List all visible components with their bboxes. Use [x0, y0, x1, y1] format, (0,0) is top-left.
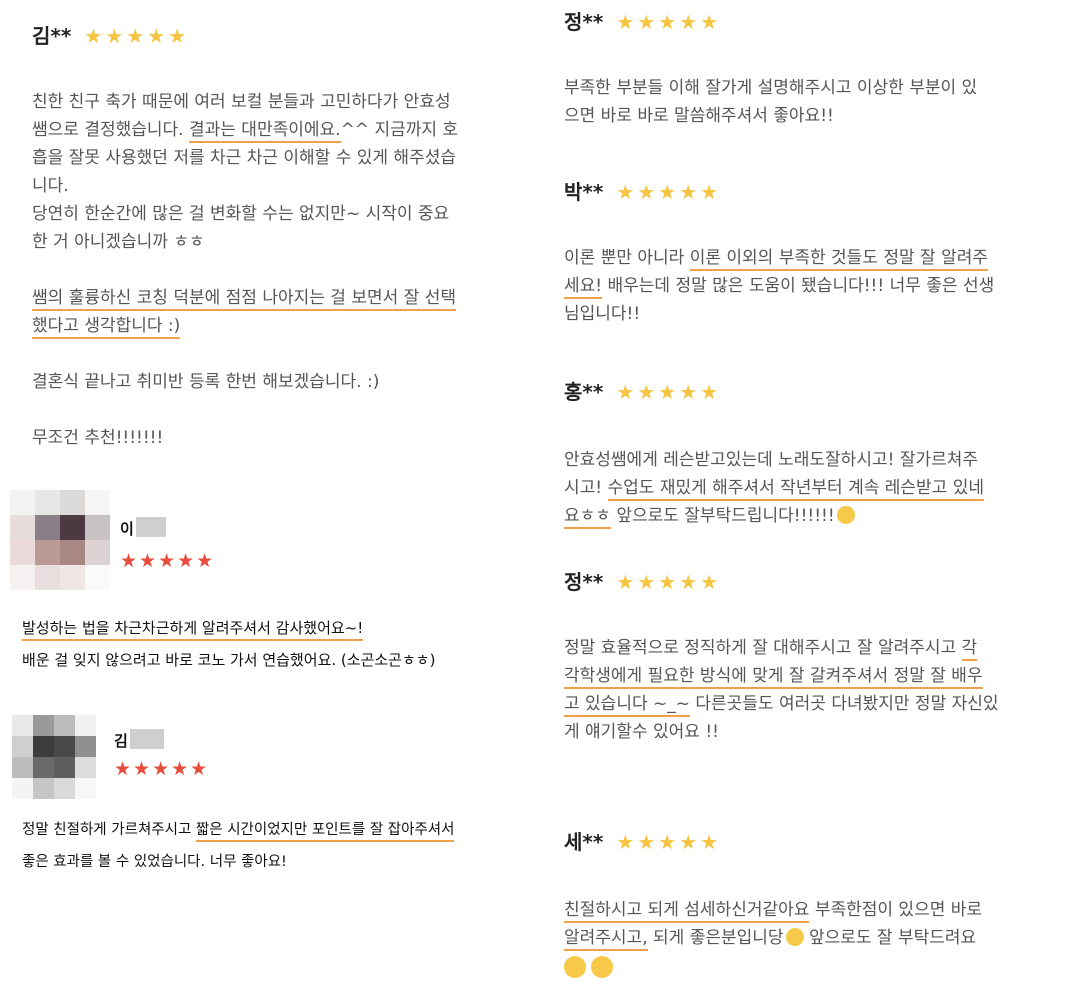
highlight-text: 세요! — [564, 276, 603, 299]
review-line: 결혼식 끝나고 취미반 등록 한번 해보겠습니다. :) — [32, 372, 380, 392]
review-line: 친한 친구 축가 때문에 여러 보컬 분들과 고민하다가 안효성 — [32, 92, 451, 112]
review-line: 으면 바로 바로 말씀해주셔서 좋아요!! — [564, 106, 834, 126]
review-line: 요ㅎㅎ 앞으로도 잘부탁드립니다!!!!!! — [564, 502, 1079, 530]
reviewer-name: 정** — [564, 570, 604, 594]
star-rating: ★★★★★ — [120, 550, 216, 572]
review-line: 안효성쌤에게 레슨받고있는데 노래도잘하시고! 잘가르쳐주 — [564, 450, 979, 470]
review-line: 게 얘기할수 있어요 !! — [564, 722, 719, 742]
review-line: 쌤의 훌륭하신 코칭 덕분에 점점 나아지는 걸 보면서 잘 선택 — [32, 284, 532, 312]
star-rating: ★★★★★ — [616, 180, 722, 204]
highlight-text: 이론 이외의 부족한 것들도 정말 잘 알려주 — [689, 248, 989, 271]
highlight-text: 각학생에게 필요한 방식에 맞게 잘 갈켜주셔서 정말 잘 배우 — [564, 666, 983, 689]
review-body: 부족한 부분들 이해 잘가게 설명해주시고 이상한 부분이 있 으면 바로 바로… — [564, 74, 1079, 130]
review-body: 친한 친구 축가 때문에 여러 보컬 분들과 고민하다가 안효성 쌤으로 결정했… — [32, 88, 532, 452]
star-rating: ★★★★★ — [616, 380, 722, 404]
star-rating: ★★★★★ — [616, 830, 722, 854]
review-line: 흡을 잘못 사용했던 저를 차근 차근 이해할 수 있게 해주셨습 — [32, 148, 456, 168]
review-line: 했다고 생각합니다 :) — [32, 312, 532, 340]
review-line: 무조건 추천!!!!!!! — [32, 428, 164, 448]
grinning-face-icon — [836, 506, 855, 524]
avatar — [10, 490, 110, 590]
review-line: 친절하시고 되게 섬세하신거같아요 부족한점이 있으면 바로 — [564, 896, 1084, 924]
review-line: 부족한 부분들 이해 잘가게 설명해주시고 이상한 부분이 있 — [564, 78, 978, 98]
review-line: 좋은 효과를 볼 수 있었습니다. 너무 좋아요! — [22, 854, 287, 870]
reviewer-name: 홍** — [564, 380, 604, 404]
review-line: 한 거 아니겠습니까 ㅎㅎ — [32, 232, 205, 252]
review-line: 고 있습니다 ~_~ 다른곳들도 여러곳 다녀봤지만 정말 자신있 — [564, 690, 1084, 718]
reviewer-name: 김 — [114, 732, 128, 750]
reviewer-name-row: 이 — [120, 517, 166, 539]
highlight-text: 친절하시고 되게 섬세하신거같아요 — [564, 900, 810, 923]
highlight-text: 알려주시고, — [564, 928, 648, 951]
review-line: 세요! 배우는데 정말 많은 도움이 됐습니다!!! 너무 좋은 선생 — [564, 272, 1079, 300]
highlight-text: 짧은 시간이었지만 포인트를 잘 잡아주셔서 — [195, 822, 455, 842]
review-line — [564, 956, 1084, 984]
review-body: 안효성쌤에게 레슨받고있는데 노래도잘하시고! 잘가르쳐주 시고! 수업도 재밌… — [564, 446, 1079, 530]
review-line: 알려주시고, 되게 좋은분입니당 앞으로도 잘 부탁드려요 — [564, 924, 1084, 952]
review-line: 발성하는 법을 차근차근하게 알려주셔서 감사했어요~! — [22, 612, 532, 644]
review-line: 니다. — [32, 176, 69, 196]
star-rating: ★★★★★ — [114, 758, 210, 780]
highlight-text: 수업도 재밌게 해주셔서 작년부터 계속 레슨받고 있네 — [607, 478, 985, 501]
highlight-text: 각 — [961, 638, 978, 661]
review-line: 각학생에게 필요한 방식에 맞게 잘 갈켜주셔서 정말 잘 배우 — [564, 662, 1084, 690]
upside-down-face-icon — [564, 956, 586, 978]
review-line: 시고! 수업도 재밌게 해주셔서 작년부터 계속 레슨받고 있네 — [564, 474, 1079, 502]
blurred-name — [135, 517, 166, 537]
review-body: 발성하는 법을 차근차근하게 알려주셔서 감사했어요~! 배운 걸 잊지 않으려… — [22, 612, 532, 676]
review-body: 정말 효율적으로 정직하게 잘 대해주시고 잘 알려주시고 각 각학생에게 필요… — [564, 634, 1084, 746]
upside-down-face-icon — [591, 956, 614, 978]
highlight-text: 했다고 생각합니다 :) — [32, 316, 181, 339]
star-rating: ★★★★★ — [616, 10, 722, 34]
review-line: 이론 뿐만 아니라 이론 이외의 부족한 것들도 정말 잘 알려주 — [564, 244, 1079, 272]
reviewer-name: 박** — [564, 180, 604, 204]
review-body: 이론 뿐만 아니라 이론 이외의 부족한 것들도 정말 잘 알려주 세요! 배우… — [564, 244, 1079, 328]
highlight-text: 결과는 대만족이에요. — [188, 120, 341, 143]
star-rating: ★★★★★ — [84, 24, 190, 48]
left-column: 김** ★★★★★ 친한 친구 축가 때문에 여러 보컬 분들과 고민하다가 안… — [0, 0, 540, 1000]
review-header: 박** ★★★★★ — [564, 178, 721, 206]
review-header: 정** ★★★★★ — [564, 568, 721, 596]
review-line: 정말 친절하게 가르쳐주시고 짧은 시간이었지만 포인트를 잘 잡아주셔서 — [22, 814, 537, 846]
blurred-name — [129, 729, 164, 749]
reviewer-name: 김** — [32, 24, 72, 48]
highlight-text: 발성하는 법을 차근차근하게 알려주셔서 감사했어요~! — [22, 619, 364, 641]
star-rating: ★★★★★ — [616, 570, 722, 594]
review-body: 친절하시고 되게 섬세하신거같아요 부족한점이 있으면 바로 알려주시고, 되게… — [564, 896, 1084, 984]
avatar — [12, 715, 96, 799]
smiling-face-icon — [785, 928, 804, 946]
reviewer-name: 세** — [564, 830, 604, 854]
highlight-text: 요ㅎㅎ — [564, 506, 611, 529]
review-line: 님입니다!! — [564, 304, 641, 324]
review-line: 정말 효율적으로 정직하게 잘 대해주시고 잘 알려주시고 각 — [564, 634, 1084, 662]
reviewer-name-row: 김 — [114, 729, 164, 751]
right-column: 정** ★★★★★ 부족한 부분들 이해 잘가게 설명해주시고 이상한 부분이 … — [540, 0, 1089, 1000]
review-header: 정** ★★★★★ — [564, 8, 721, 36]
review-body: 정말 친절하게 가르쳐주시고 짧은 시간이었지만 포인트를 잘 잡아주셔서 좋은… — [22, 814, 537, 878]
review-header: 세** ★★★★★ — [564, 828, 721, 856]
reviewer-name: 정** — [564, 10, 604, 34]
highlight-text: 고 있습니다 ~_~ — [564, 694, 690, 717]
review-header: 김** ★★★★★ — [32, 22, 189, 50]
highlight-text: 쌤의 훌륭하신 코칭 덕분에 점점 나아지는 걸 보면서 잘 선택 — [32, 288, 456, 311]
review-line: 쌤으로 결정했습니다. 결과는 대만족이에요.^^ 지금까지 호 — [32, 116, 532, 144]
review-line: 배운 걸 잊지 않으려고 바로 코노 가서 연습했어요. (소곤소곤ㅎㅎ) — [22, 651, 436, 669]
reviewer-name: 이 — [120, 520, 134, 538]
review-header: 홍** ★★★★★ — [564, 378, 721, 406]
review-line: 당연히 한순간에 많은 걸 변화할 수는 없지만~ 시작이 중요 — [32, 204, 450, 224]
